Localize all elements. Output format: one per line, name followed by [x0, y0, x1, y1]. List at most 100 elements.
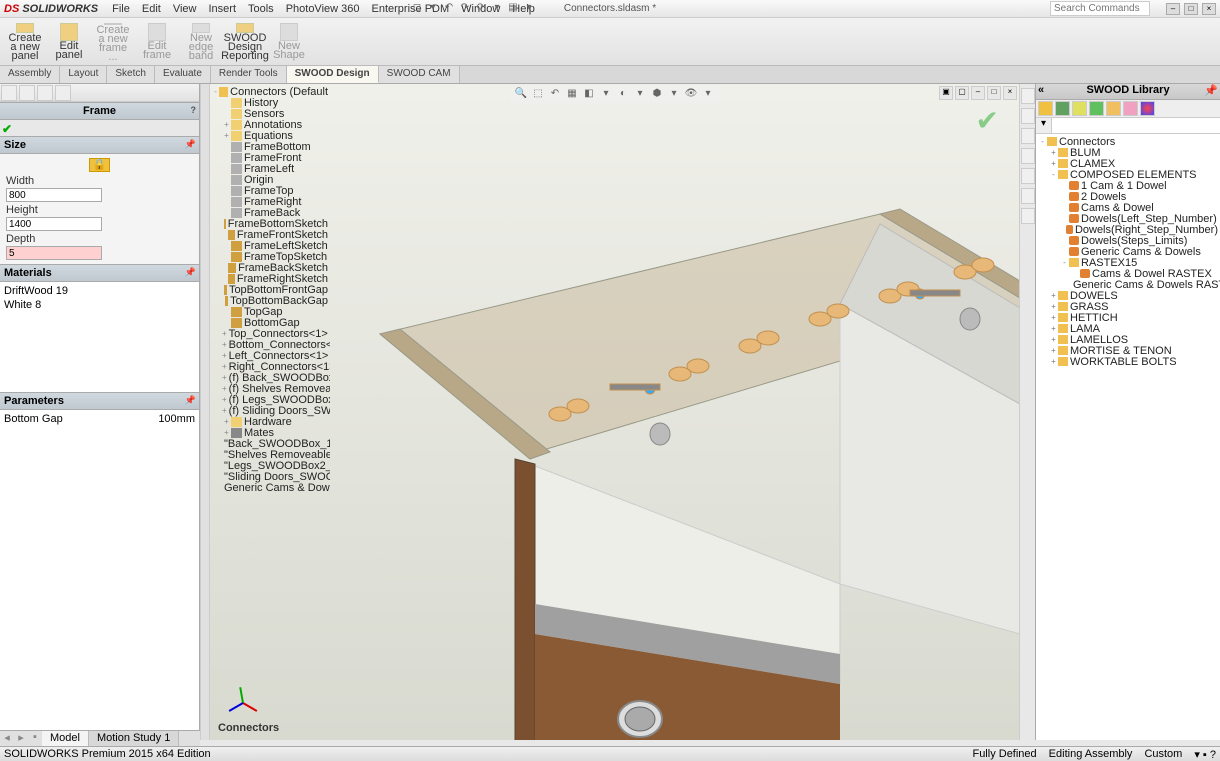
- heads-up-toolbar[interactable]: 🔍⬚ ↶▦ ◧▾ ◐▾ ⬢▾ 👁▾: [510, 86, 719, 104]
- bottom-tab-motion-study-1[interactable]: Motion Study 1: [89, 731, 179, 746]
- menu-edit[interactable]: Edit: [136, 3, 167, 15]
- param-row[interactable]: Bottom Gap100mm: [4, 412, 195, 426]
- tree-node[interactable]: FrameFront: [212, 152, 328, 163]
- tree-node[interactable]: BottomGap: [212, 317, 328, 328]
- tab-evaluate[interactable]: Evaluate: [155, 66, 211, 83]
- tree-node[interactable]: +(f) Legs_SWOODBox2_1...: [212, 394, 328, 405]
- library-node[interactable]: +DOWELS: [1038, 290, 1218, 301]
- library-node[interactable]: -RASTEX15: [1038, 257, 1218, 268]
- search-commands-input[interactable]: [1050, 1, 1150, 16]
- library-node[interactable]: +CLAMEX: [1038, 158, 1218, 169]
- graphics-viewport[interactable]: 🔍⬚ ↶▦ ◧▾ ◐▾ ⬢▾ 👁▾ ▣▢–□× ✔: [210, 84, 1019, 740]
- feature-tree[interactable]: -Connectors (DefaultHistorySensors+Annot…: [210, 84, 330, 724]
- tab-swood-design[interactable]: SWOOD Design: [287, 66, 379, 83]
- window-buttons[interactable]: –□ ×: [1166, 3, 1216, 15]
- orientation-triad[interactable]: [228, 680, 258, 710]
- prev-view-icon[interactable]: ↶: [548, 88, 562, 102]
- tree-node[interactable]: FrameTopSketch: [212, 251, 328, 262]
- section-icon[interactable]: ▦: [565, 88, 579, 102]
- tree-node[interactable]: +Left_Connectors<1> (...: [212, 350, 328, 361]
- parameters-panel[interactable]: Bottom Gap100mm: [0, 410, 199, 740]
- library-node[interactable]: Generic Cams & Dowels RASTEX: [1038, 279, 1218, 290]
- tree-node[interactable]: "Sliding Doors_SWOOD...: [212, 471, 328, 482]
- library-filter[interactable]: ▾: [1036, 118, 1220, 134]
- tree-node[interactable]: FrameTop: [212, 185, 328, 196]
- material-item[interactable]: White 8: [4, 298, 195, 312]
- tree-node[interactable]: +Hardware: [212, 416, 328, 427]
- tree-node[interactable]: +Mates: [212, 427, 328, 438]
- tree-node[interactable]: TopBottomFrontGap: [212, 284, 328, 295]
- swood-tab-icon[interactable]: [1021, 88, 1035, 104]
- menu-tools[interactable]: Tools: [242, 3, 280, 15]
- size-header[interactable]: Size📌: [0, 136, 199, 154]
- parameters-header[interactable]: Parameters📌: [0, 392, 199, 410]
- library-tree[interactable]: -Connectors+BLUM+CLAMEX-COMPOSED ELEMENT…: [1036, 134, 1220, 740]
- tab-swood-cam[interactable]: SWOOD CAM: [379, 66, 460, 83]
- lock-icon[interactable]: 🔒: [89, 158, 111, 172]
- library-node[interactable]: +LAMELLOS: [1038, 334, 1218, 345]
- height-input[interactable]: [6, 217, 102, 231]
- viewport-window-buttons[interactable]: ▣▢–□×: [939, 86, 1017, 100]
- library-node[interactable]: +HETTICH: [1038, 312, 1218, 323]
- tree-node[interactable]: FrameLeftSketch: [212, 240, 328, 251]
- tree-node[interactable]: -Connectors (Default: [212, 86, 328, 97]
- library-node[interactable]: Cams & Dowel RASTEX: [1038, 268, 1218, 279]
- library-node[interactable]: +GRASS: [1038, 301, 1218, 312]
- library-node[interactable]: Dowels(Left_Step_Number): [1038, 213, 1218, 224]
- accept-row[interactable]: ✔: [0, 120, 199, 136]
- tree-node[interactable]: +Annotations: [212, 119, 328, 130]
- tree-node[interactable]: FrameRight: [212, 196, 328, 207]
- library-node[interactable]: +BLUM: [1038, 147, 1218, 158]
- library-node[interactable]: -Connectors: [1038, 136, 1218, 147]
- tree-node[interactable]: +Top_Connectors<1> (D...: [212, 328, 328, 339]
- pm-toolbar[interactable]: [0, 84, 199, 102]
- menu-file[interactable]: File: [106, 3, 136, 15]
- accept-icon[interactable]: ✔: [2, 122, 12, 136]
- depth-input[interactable]: [6, 246, 102, 260]
- menu-insert[interactable]: Insert: [202, 3, 242, 15]
- zoom-area-icon[interactable]: ⬚: [531, 88, 545, 102]
- tree-node[interactable]: TopGap: [212, 306, 328, 317]
- tree-node[interactable]: FrameLeft: [212, 163, 328, 174]
- tree-node[interactable]: "Legs_SWOODBox2_1-1": [212, 460, 328, 471]
- tree-node[interactable]: FrameBackSketch: [212, 262, 328, 273]
- tree-node[interactable]: +Equations: [212, 130, 328, 141]
- ribbon-create-a-new-panel[interactable]: Create a new panel: [4, 20, 46, 64]
- display-style-icon[interactable]: ◧: [582, 88, 596, 102]
- library-node[interactable]: Dowels(Steps_Limits): [1038, 235, 1218, 246]
- tree-node[interactable]: Origin: [212, 174, 328, 185]
- tree-node[interactable]: TopBottomBackGap: [212, 295, 328, 306]
- width-input[interactable]: [6, 188, 102, 202]
- tree-node[interactable]: FrameBack: [212, 207, 328, 218]
- tree-node[interactable]: +(f) Sliding Doors_SWOO...: [212, 405, 328, 416]
- minimize-button[interactable]: –: [1166, 3, 1180, 15]
- close-button[interactable]: ×: [1202, 3, 1216, 15]
- tree-node[interactable]: Generic Cams & Dowel...: [212, 482, 328, 493]
- library-node[interactable]: +MORTISE & TENON: [1038, 345, 1218, 356]
- library-node[interactable]: 2 Dowels: [1038, 191, 1218, 202]
- maximize-button[interactable]: □: [1184, 3, 1198, 15]
- quick-access-toolbar[interactable]: ◻▾↶↷⟳▾▤▾: [410, 2, 536, 16]
- menu-photoview-360[interactable]: PhotoView 360: [280, 3, 366, 15]
- bottom-tab-model[interactable]: Model: [42, 731, 89, 746]
- library-node[interactable]: -COMPOSED ELEMENTS: [1038, 169, 1218, 180]
- library-node[interactable]: Cams & Dowel: [1038, 202, 1218, 213]
- tree-node[interactable]: +Bottom_Connectors<1...: [212, 339, 328, 350]
- tab-layout[interactable]: Layout: [60, 66, 107, 83]
- tree-node[interactable]: FrameBottomSketch: [212, 218, 328, 229]
- tree-node[interactable]: "Back_SWOODBox_12-1": [212, 438, 328, 449]
- ribbon-edit-panel[interactable]: Edit panel: [48, 20, 90, 64]
- tree-node[interactable]: History: [212, 97, 328, 108]
- tree-node[interactable]: FrameFrontSketch: [212, 229, 328, 240]
- tree-node[interactable]: +(f) Shelves Removeable...: [212, 383, 328, 394]
- zoom-fit-icon[interactable]: 🔍: [514, 88, 528, 102]
- tab-sketch[interactable]: Sketch: [107, 66, 155, 83]
- material-item[interactable]: DriftWood 19: [4, 284, 195, 298]
- tree-node[interactable]: FrameRightSketch: [212, 273, 328, 284]
- scene-icon[interactable]: ◐: [616, 88, 630, 102]
- materials-panel[interactable]: DriftWood 19White 8: [0, 282, 199, 392]
- tree-node[interactable]: +Right_Connectors<1> (...: [212, 361, 328, 372]
- tab-assembly[interactable]: Assembly: [0, 66, 60, 83]
- library-node[interactable]: 1 Cam & 1 Dowel: [1038, 180, 1218, 191]
- tab-render-tools[interactable]: Render Tools: [211, 66, 287, 83]
